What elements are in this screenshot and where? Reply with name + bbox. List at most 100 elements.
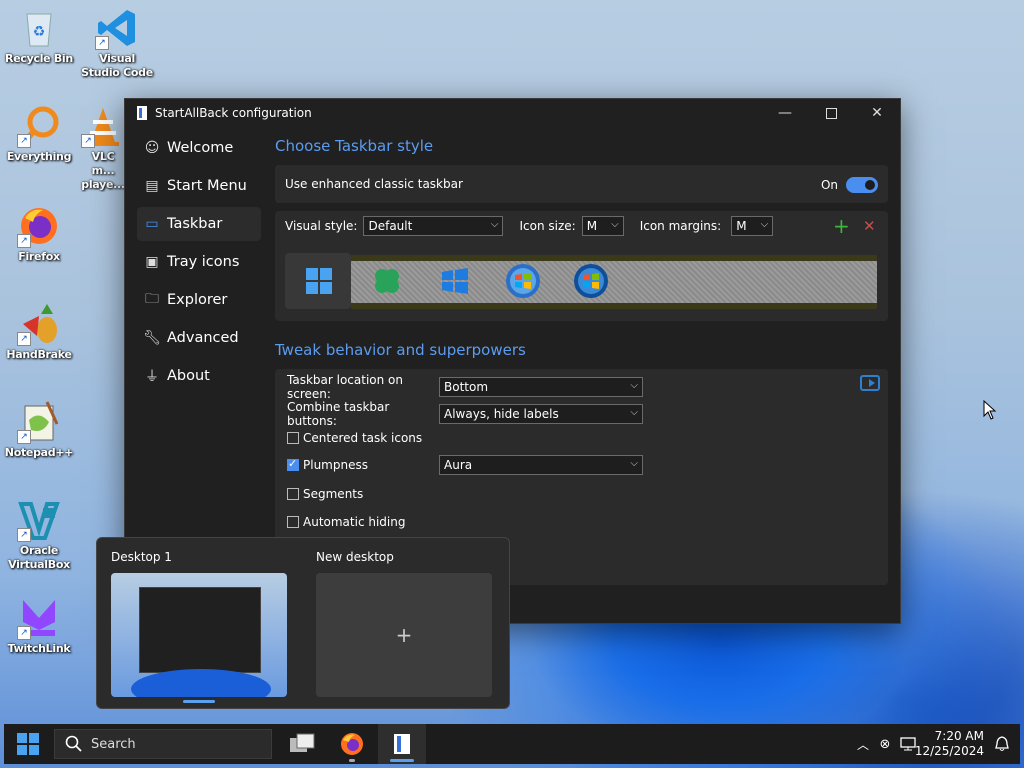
nav-item-tray-icons[interactable]: ▣ Tray icons [137,245,261,279]
plumpness-row: Plumpness Aura ⌵ [287,455,643,475]
desktop-icon-vscode[interactable]: ↗ Visual Studio Code [79,6,155,80]
nav-label: Tray icons [167,254,240,270]
new-desktop-label: New desktop [316,550,394,564]
recycle-bin-icon: ♻ [17,6,61,50]
chevron-up-icon: ︿ [856,737,869,752]
system-tray: ︿ ⊗ [852,724,920,764]
desktop-1-card[interactable]: Desktop 1 [97,538,287,708]
taskbar-startallback[interactable] [378,724,426,764]
icon-size-select[interactable]: M ⌵ [581,216,624,236]
new-desktop-button[interactable]: + [316,573,492,697]
nav-item-explorer[interactable]: 🗀 Explorer [137,283,261,317]
shortcut-arrow-icon: ↗ [17,134,31,148]
minimize-button[interactable]: — [762,99,808,127]
active-desktop-indicator [183,700,215,703]
running-indicator [349,759,355,762]
network-disconnected-icon[interactable]: ⊗ [874,737,896,752]
style-win10-green[interactable] [365,259,409,303]
style-win7[interactable] [501,259,545,303]
plumpness-select[interactable]: Aura ⌵ [439,455,643,475]
centered-checkbox[interactable] [287,432,299,444]
new-desktop-card[interactable]: New desktop + [302,538,492,708]
taskbar-icon: ▭ [145,216,159,232]
nav-item-start-menu[interactable]: ▤ Start Menu [137,169,261,203]
combine-select[interactable]: Always, hide labels ⌵ [439,404,643,424]
clover-logo-icon [375,269,399,293]
desktop-icon-recycle-bin[interactable]: ♻ Recycle Bin [1,6,77,66]
section-title-tweak-behavior: Tweak behavior and superpowers [275,341,526,359]
icon-margins-value: M [736,219,747,233]
nav-item-about[interactable]: ⏚ About [137,359,261,393]
desktop-icon-firefox[interactable]: ↗ Firefox [1,204,77,264]
desktop-icon-virtualbox[interactable]: ↗ Oracle VirtualBox [1,498,77,572]
shortcut-arrow-icon: ↗ [17,626,31,640]
desktop-icon-everything[interactable]: ↗ Everything [1,104,77,164]
icon-margins-select[interactable]: M ⌵ [731,216,774,236]
content-area: Choose Taskbar style Use enhanced classi… [275,127,888,585]
start-menu-icon: ▤ [145,178,159,194]
svg-text:♻: ♻ [33,24,46,40]
clock-time: 7:20 AM [934,729,984,743]
start-button[interactable] [4,724,52,764]
nav-item-taskbar[interactable]: ▭ Taskbar [137,207,261,241]
desktop-icon-label: Firefox [18,250,60,263]
desktop-icon-label: HandBrake [6,348,72,361]
task-view-button[interactable] [278,724,326,764]
centered-row[interactable]: Centered task icons [287,431,422,445]
vlc-icon: ↗ [81,104,125,148]
taskbar-search-box[interactable]: Search [54,729,272,759]
chevron-down-icon: ⌵ [760,219,769,230]
taskbar: Search ︿ ⊗ 7:20 AM 12/25/2024 [4,724,1020,764]
add-style-button[interactable]: + [833,214,850,238]
everything-icon: ↗ [17,104,61,148]
style-win11[interactable] [297,259,341,303]
autohide-label: Automatic hiding [303,515,406,529]
combine-label: Combine taskbar buttons: [287,400,390,428]
desktop-icon-notepadpp[interactable]: ↗ Notepad++ [1,400,77,460]
video-help-icon[interactable] [860,375,880,391]
virtualbox-icon: ↗ [17,498,61,542]
enhanced-taskbar-row: Use enhanced classic taskbar On [275,165,888,203]
plumpness-checkbox[interactable] [287,457,299,471]
maximize-button[interactable] [808,99,854,127]
task-view-icon [290,733,315,752]
taskbar-firefox[interactable] [328,724,376,764]
desktop-icon-handbrake[interactable]: ↗ HandBrake [1,302,77,362]
enhanced-taskbar-label: Use enhanced classic taskbar [285,177,463,191]
segments-row[interactable]: Segments [287,487,363,501]
style-vista[interactable] [569,259,613,303]
segments-checkbox[interactable] [287,488,299,500]
style-win10[interactable] [433,259,477,303]
visual-style-select[interactable]: Default ⌵ [363,216,504,236]
enhanced-taskbar-toggle[interactable] [846,177,878,193]
style-panel: Visual style: Default ⌵ Icon size: M ⌵ Ico… [275,211,888,321]
firefox-icon: ↗ [17,204,61,248]
thumbnail-bloom [131,669,271,697]
windows7-orb-icon [506,264,540,298]
clock[interactable]: 7:20 AM 12/25/2024 [915,724,984,764]
desktop-icon-label: Visual Studio Code [81,52,153,79]
desktop-icon-twitchlink[interactable]: ↗ TwitchLink [1,596,77,656]
desktop-icon-vlc[interactable]: ↗ VLC m... playe... [79,104,127,192]
active-indicator [390,759,414,762]
autohide-row[interactable]: Automatic hiding [287,515,405,529]
maximize-icon [825,107,837,119]
icon-size-value: M [586,219,598,233]
plumpness-value: Aura [444,458,473,472]
nav-label: Advanced [167,330,239,346]
show-hidden-icons-button[interactable]: ︿ [852,736,874,753]
location-select[interactable]: Bottom ⌵ [439,377,643,397]
location-row: Taskbar location on screen: Bottom ⌵ [287,373,643,401]
plus-icon: + [395,623,413,647]
plumpness-toggle[interactable]: Plumpness [287,457,439,472]
enhanced-toggle-group[interactable]: On [821,177,878,193]
close-button[interactable]: ✕ [854,99,900,127]
remove-style-button[interactable]: ✕ [863,217,876,235]
title-bar[interactable]: StartAllBack configuration — ✕ [125,99,900,127]
notifications-button[interactable] [992,724,1012,764]
autohide-checkbox[interactable] [287,516,299,528]
segments-label: Segments [303,487,364,501]
task-view-desktops: Desktop 1 New desktop + [96,537,510,709]
nav-item-welcome[interactable]: ☺ Welcome [137,131,261,165]
nav-item-advanced[interactable]: 🔧︎ Advanced [137,321,261,355]
